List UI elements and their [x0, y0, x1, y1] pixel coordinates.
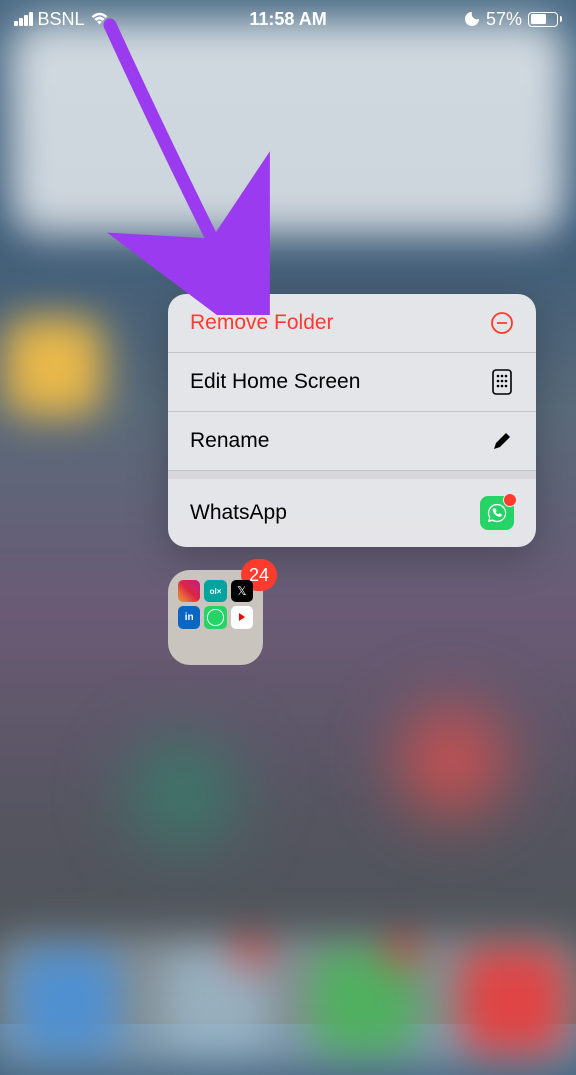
whatsapp-folder-icon: [204, 606, 226, 628]
app-folder[interactable]: 24: [168, 570, 263, 665]
clock-time: 11:58 AM: [249, 9, 326, 30]
remove-icon: [490, 311, 514, 335]
wifi-icon: [90, 12, 109, 26]
pencil-icon: [490, 429, 514, 453]
status-bar: BSNL 11:58 AM 57%: [0, 0, 576, 34]
menu-separator: [168, 471, 536, 479]
folder-context-menu: Remove Folder Edit Home Screen Rename Wh…: [168, 294, 536, 547]
menu-label: WhatsApp: [190, 501, 287, 525]
linkedin-icon: [178, 606, 200, 628]
olx-icon: [204, 580, 226, 602]
youtube-icon: [231, 606, 253, 628]
menu-label: Rename: [190, 429, 269, 453]
x-icon: [231, 580, 253, 602]
carrier-label: BSNL: [38, 9, 85, 30]
battery-percent: 57%: [486, 9, 522, 30]
whatsapp-icon: [480, 496, 514, 530]
do-not-disturb-icon: [464, 11, 480, 27]
battery-icon: [528, 12, 562, 27]
rename-item[interactable]: Rename: [168, 412, 536, 471]
annotation-arrow: [75, 15, 295, 315]
menu-label: Edit Home Screen: [190, 370, 360, 394]
edit-home-screen-item[interactable]: Edit Home Screen: [168, 353, 536, 412]
signal-icon: [14, 12, 33, 26]
instagram-icon: [178, 580, 200, 602]
apps-icon: [490, 370, 514, 394]
whatsapp-item[interactable]: WhatsApp: [168, 479, 536, 547]
